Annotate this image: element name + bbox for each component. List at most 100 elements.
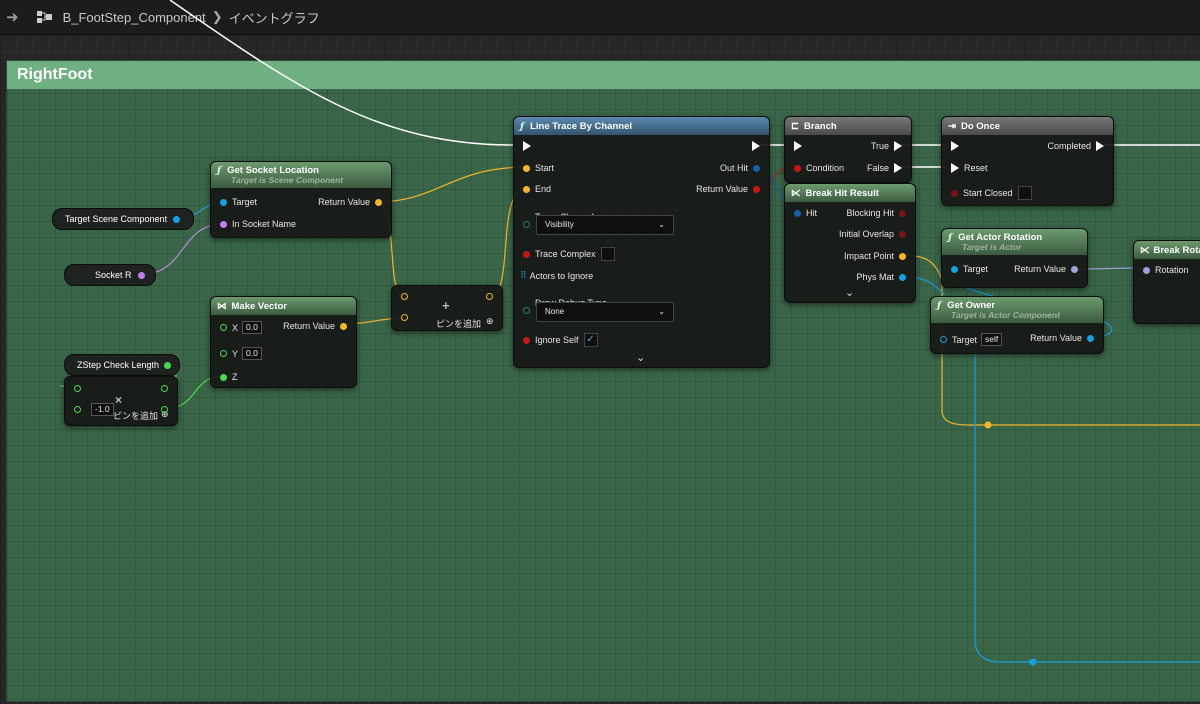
line-trace-end-pin[interactable] (523, 185, 530, 193)
add-in2-pin[interactable] (401, 314, 408, 321)
branch-exec-in-row (789, 141, 807, 151)
line-trace-return-pin[interactable] (753, 185, 760, 193)
line-trace-return-row: Return Value (696, 184, 765, 194)
line-trace-ignore-self-pin[interactable] (523, 336, 530, 344)
make-vector-z-pin[interactable] (220, 373, 227, 381)
get-owner-target-row: Target self (935, 333, 1003, 346)
get-socket-name-pin[interactable] (220, 220, 227, 228)
break-hit-hit-pin[interactable] (794, 209, 801, 217)
do-once-reset-pin[interactable] (951, 163, 959, 173)
ignore-self-checkbox[interactable]: ✓ (583, 333, 598, 347)
expand-chevron-icon[interactable]: ⌄ (845, 286, 854, 299)
multiply-out2-pin[interactable] (161, 406, 168, 413)
line-trace-start-row: Start (518, 163, 554, 173)
get-owner-return-label: Return Value (1030, 333, 1082, 343)
add-node[interactable]: + ピンを追加 ⊕ (391, 285, 503, 331)
do-once-completed-pin[interactable] (1096, 141, 1104, 151)
make-vector-node[interactable]: ⋈ Make Vector X 0.0 Y 0.0 Z Return Value (210, 296, 357, 388)
multiply-add-pin-label[interactable]: ピンを追加 (113, 409, 158, 422)
add-in1-pin[interactable] (401, 293, 408, 300)
multiply-out-pin[interactable] (161, 385, 168, 392)
zstep-pin[interactable] (164, 361, 172, 369)
break-rotator-header: ⋉ Break Rota (1134, 241, 1200, 259)
make-vector-return-pin[interactable] (340, 322, 347, 330)
break-hit-impact-pin[interactable] (899, 252, 906, 260)
target-scene-component-node[interactable]: Target Scene Component (52, 208, 194, 230)
get-actor-rotation-node[interactable]: ƒ Get Actor Rotation Target is Actor Targ… (941, 228, 1088, 288)
branch-title: Branch (803, 120, 837, 132)
multiply-node[interactable]: -1.0 × ピンを追加 ⊕ (64, 376, 178, 426)
line-trace-complex-pin[interactable] (523, 250, 530, 258)
line-trace-node[interactable]: ƒ Line Trace By Channel Start End Out Hit… (513, 116, 770, 368)
branch-false-label: False (866, 163, 889, 173)
get-owner-self-input[interactable]: self (981, 333, 1003, 346)
make-vector-y-pin[interactable] (220, 350, 227, 357)
get-actor-rotation-target-label: Target (963, 264, 989, 274)
breadcrumb-graph[interactable]: イベントグラフ (229, 8, 320, 27)
make-vector-y-input[interactable]: 0.0 (242, 347, 262, 360)
branch-condition-pin[interactable] (794, 164, 801, 172)
break-hit-blocking-pin[interactable] (899, 209, 906, 217)
break-hit-phys-pin[interactable] (899, 273, 906, 281)
line-trace-actors-label: Actors to Ignore (529, 270, 594, 281)
get-actor-rotation-target-pin[interactable] (951, 265, 958, 273)
make-vector-z-label: Z (232, 372, 238, 382)
zstep-check-length-node[interactable]: ZStep Check Length (64, 354, 180, 376)
get-owner-header: ƒ Get Owner Target is Actor Component (931, 297, 1103, 323)
comment-title[interactable]: RightFoot (7, 61, 1200, 89)
breadcrumb-component[interactable]: B_FootStep_Component (63, 10, 206, 25)
get-owner-return-pin[interactable] (1087, 334, 1094, 342)
get-socket-return-pin[interactable] (375, 198, 382, 206)
socket-r-pin[interactable] (137, 271, 145, 279)
get-socket-target-pin[interactable] (220, 198, 227, 206)
get-socket-location-node[interactable]: ƒ Get Socket Location Target is Scene Com… (210, 161, 392, 238)
back-arrow-icon[interactable]: ➜ (6, 8, 19, 26)
line-trace-exec-out-pin[interactable] (752, 141, 760, 151)
break-hit-initial-pin[interactable] (899, 230, 906, 238)
multiply-value-input[interactable]: -1.0 (91, 403, 114, 416)
line-trace-ignore-self-row: Ignore Self ✓ (518, 333, 598, 347)
line-trace-exec-in-pin[interactable] (523, 141, 531, 151)
line-trace-actors-row: ⠿ Actors to Ignore (520, 270, 593, 281)
socket-r-node[interactable]: Socket R (64, 264, 156, 286)
line-trace-debug-pin[interactable] (523, 307, 530, 314)
break-hit-result-node[interactable]: ⋉ Break Hit Result Hit Blocking Hit Initi… (784, 183, 916, 303)
target-scene-component-pin[interactable] (173, 215, 181, 223)
make-vector-x-input[interactable]: 0.0 (242, 321, 262, 334)
branch-true-pin[interactable] (894, 141, 902, 151)
add-out-pin[interactable] (486, 293, 493, 300)
do-once-header: ⇥ Do Once (942, 117, 1113, 135)
line-trace-outhit-pin[interactable] (753, 164, 760, 172)
get-socket-target-label: Target (232, 197, 258, 207)
add-add-pin-label[interactable]: ピンを追加 (436, 317, 481, 330)
multiply-in2-pin[interactable] (74, 406, 81, 413)
do-once-completed-label: Completed (1047, 141, 1091, 151)
trace-complex-checkbox[interactable] (600, 247, 615, 261)
make-vector-x-pin[interactable] (220, 324, 227, 331)
draw-debug-dropdown[interactable]: None ⌄ (536, 302, 674, 322)
get-owner-target-pin[interactable] (940, 336, 947, 343)
start-closed-checkbox[interactable] (1017, 186, 1032, 200)
line-trace-ignore-self-label: Ignore Self (535, 335, 579, 345)
trace-channel-dropdown[interactable]: Visibility ⌄ (536, 215, 674, 235)
branch-exec-in-pin[interactable] (794, 141, 802, 151)
branch-node[interactable]: ⊏ Branch Condition True False (784, 116, 912, 183)
make-vector-header: ⋈ Make Vector (211, 297, 356, 315)
break-rotator-rotation-pin[interactable] (1143, 266, 1150, 274)
get-owner-node[interactable]: ƒ Get Owner Target is Actor Component Tar… (930, 296, 1104, 354)
break-icon: ⋉ (1140, 244, 1150, 256)
add-add-pin-icon[interactable]: ⊕ (486, 316, 494, 327)
branch-false-pin[interactable] (894, 163, 902, 173)
do-once-start-closed-pin[interactable] (951, 189, 958, 197)
line-trace-channel-pin[interactable] (523, 221, 530, 228)
get-actor-rotation-return-pin[interactable] (1071, 265, 1078, 273)
line-trace-start-pin[interactable] (523, 164, 530, 172)
break-rotator-node[interactable]: ⋉ Break Rota Rotation (1133, 240, 1200, 324)
line-trace-end-row: End (518, 184, 551, 194)
array-pin-icon[interactable]: ⠿ (520, 270, 527, 281)
break-rotator-title: Break Rota (1153, 244, 1200, 256)
do-once-node[interactable]: ⇥ Do Once Reset Start Closed Completed (941, 116, 1114, 206)
do-once-exec-in-pin[interactable] (951, 141, 959, 151)
multiply-in1-pin[interactable] (74, 385, 81, 392)
expand-chevron-icon[interactable]: ⌄ (636, 351, 645, 364)
